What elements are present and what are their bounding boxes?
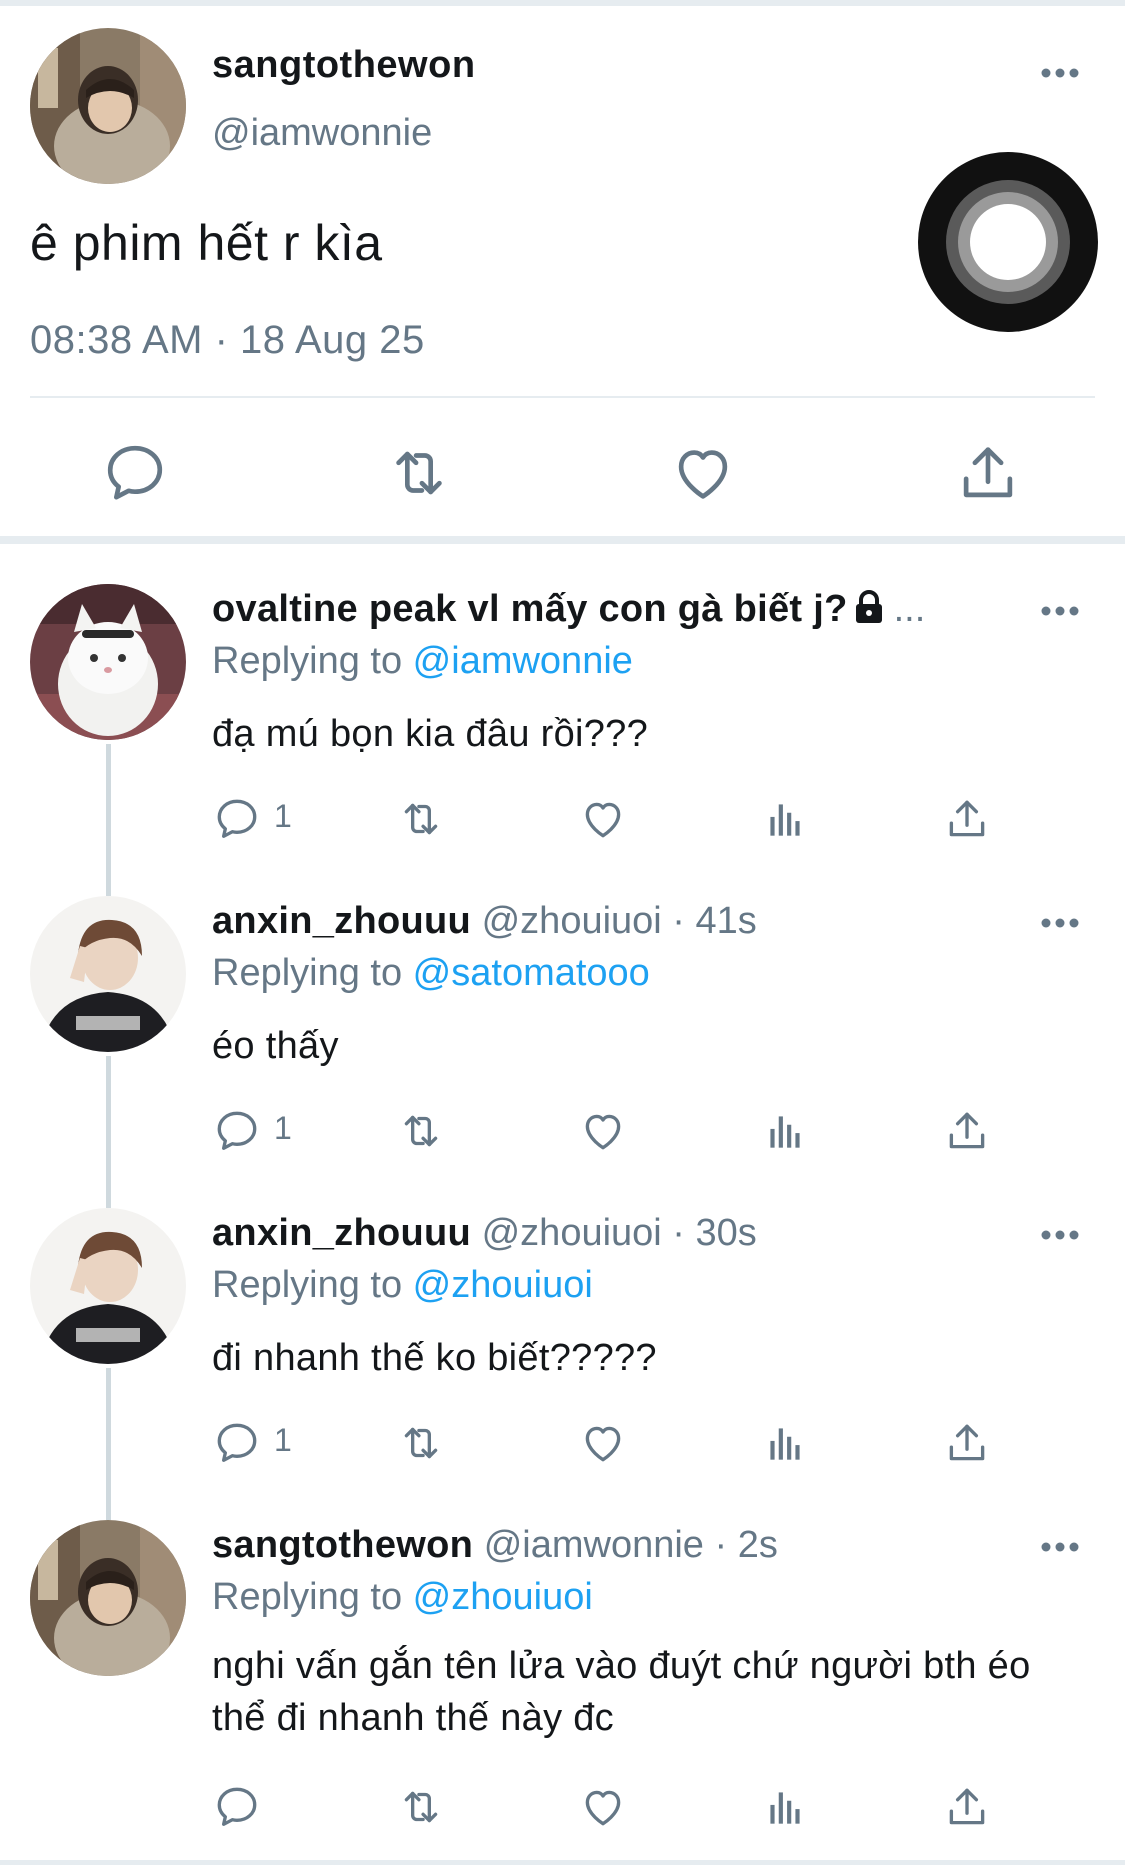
replying-to-link[interactable]: @zhouiuoi (413, 1576, 593, 1618)
reply-text: đạ mú bọn kia đâu rồi??? (212, 713, 649, 755)
more-options-icon[interactable] (1040, 66, 1080, 85)
display-name[interactable]: anxin_zhouuu (212, 1212, 471, 1254)
reply-tweet[interactable]: ovaltine peak vl mấy con gà biết j?... R… (0, 584, 1125, 896)
like-icon[interactable] (578, 1106, 628, 1162)
share-icon[interactable] (942, 1782, 992, 1838)
reply-tweet[interactable]: sangtothewon @iamwonnie · 2s Replying to… (0, 1520, 1125, 1860)
handle[interactable]: @iamwonnie (212, 112, 432, 155)
timestamp: 2s (737, 1524, 778, 1566)
replying-to: Replying to @zhouiuoi (212, 1576, 593, 1618)
more-options-icon[interactable] (1040, 916, 1080, 935)
display-name[interactable]: sangtothewon (212, 1524, 473, 1566)
display-name[interactable]: anxin_zhouuu (212, 900, 471, 942)
display-name[interactable]: sangtothewon (212, 44, 476, 87)
analytics-icon[interactable] (760, 1106, 810, 1162)
avatar[interactable] (30, 1520, 186, 1676)
name-truncation: ... (893, 588, 926, 630)
analytics-icon[interactable] (760, 794, 810, 850)
replying-to-link[interactable]: @iamwonnie (413, 640, 633, 682)
divider (30, 396, 1095, 398)
bottom-divider (0, 1860, 1125, 1865)
retweet-icon[interactable] (384, 438, 454, 508)
handle[interactable]: @iamwonnie (484, 1524, 704, 1566)
avatar[interactable] (30, 896, 186, 1052)
retweet-icon[interactable] (396, 1418, 446, 1474)
retweet-icon[interactable] (396, 1782, 446, 1838)
reply-text: đi nhanh thế ko biết????? (212, 1337, 657, 1379)
more-options-icon[interactable] (1040, 1228, 1080, 1247)
share-icon[interactable] (942, 1106, 992, 1162)
display-name[interactable]: ovaltine peak vl mấy con gà biết j? (212, 588, 848, 630)
reply-icon[interactable]: 1 (212, 1106, 292, 1162)
reply-icon[interactable] (100, 438, 170, 508)
lock-icon (852, 589, 886, 625)
reply-count: 1 (274, 798, 292, 834)
replying-to: Replying to @zhouiuoi (212, 1264, 593, 1306)
reply-count: 1 (274, 1110, 292, 1146)
reply-text: éo thấy (212, 1025, 339, 1067)
reply-actions: 1 (0, 1418, 1125, 1474)
handle[interactable]: @zhouiuoi (482, 1212, 662, 1254)
share-icon[interactable] (942, 794, 992, 850)
reply-icon[interactable] (212, 1782, 262, 1838)
analytics-icon[interactable] (760, 1418, 810, 1474)
reply-actions: 1 (0, 1106, 1125, 1162)
replying-to: Replying to @satomatooo (212, 952, 650, 994)
avatar[interactable] (30, 584, 186, 740)
avatar[interactable] (30, 1208, 186, 1364)
reply-icon[interactable]: 1 (212, 794, 292, 850)
more-options-icon[interactable] (1040, 604, 1080, 623)
tweet-timestamp: 08:38 AM · 18 Aug 25 (30, 318, 425, 362)
replying-to: Replying to @iamwonnie (212, 640, 633, 682)
like-icon[interactable] (578, 1418, 628, 1474)
reply-text: nghi vấn gắn tên lửa vào đuýt chứ người … (212, 1645, 1031, 1739)
like-icon[interactable] (578, 1782, 628, 1838)
like-icon[interactable] (668, 438, 738, 508)
analytics-icon[interactable] (760, 1782, 810, 1838)
reply-tweet[interactable]: anxin_zhouuu @zhouiuoi · 41s Replying to… (0, 896, 1125, 1208)
retweet-icon[interactable] (396, 1106, 446, 1162)
main-tweet: sangtothewon @iamwonnie ê phim hết r kìa… (0, 6, 1125, 540)
timestamp: 30s (695, 1212, 757, 1254)
reply-tweet[interactable]: anxin_zhouuu @zhouiuoi · 30s Replying to… (0, 1208, 1125, 1520)
retweet-icon[interactable] (396, 794, 446, 850)
avatar[interactable] (30, 28, 186, 184)
share-icon[interactable] (942, 1418, 992, 1474)
reply-actions: 1 (0, 794, 1125, 850)
section-separator (0, 536, 1125, 544)
share-icon[interactable] (953, 438, 1023, 508)
reply-actions (0, 1782, 1125, 1838)
like-icon[interactable] (578, 794, 628, 850)
replying-to-link[interactable]: @zhouiuoi (413, 1264, 593, 1306)
reply-icon[interactable]: 1 (212, 1418, 292, 1474)
tweet-actions (0, 438, 1125, 508)
reply-count: 1 (274, 1422, 292, 1458)
handle[interactable]: @zhouiuoi (482, 900, 662, 942)
replying-to-link[interactable]: @satomatooo (413, 952, 650, 994)
assistive-touch-icon[interactable] (918, 152, 1098, 332)
timestamp: 41s (695, 900, 757, 942)
more-options-icon[interactable] (1040, 1540, 1080, 1559)
tweet-text: ê phim hết r kìa (30, 215, 383, 271)
